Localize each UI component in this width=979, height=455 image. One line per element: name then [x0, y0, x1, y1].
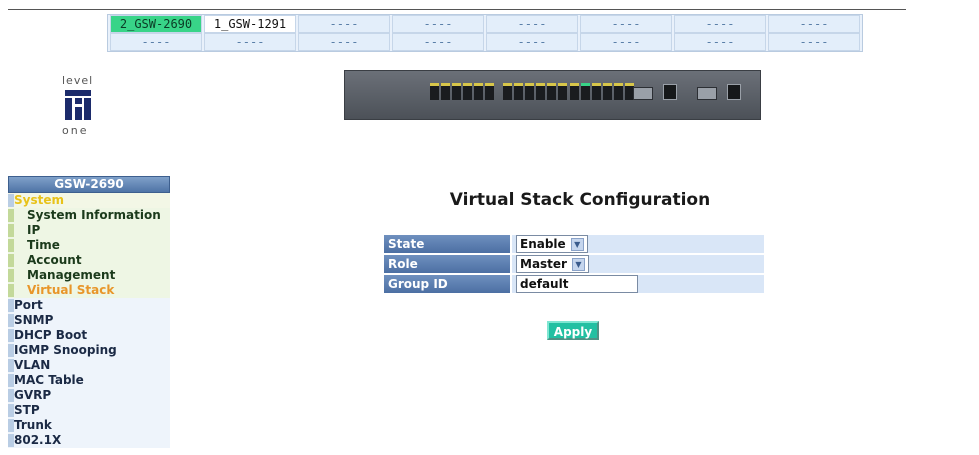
page-title: Virtual Stack Configuration [449, 190, 711, 210]
group-id-input[interactable]: default [516, 275, 638, 293]
port-icon[interactable] [452, 83, 461, 100]
port-icon[interactable] [474, 83, 483, 100]
apply-button[interactable]: Apply [547, 321, 599, 340]
sidebar-item-account[interactable]: Account [8, 253, 170, 268]
port-icon[interactable] [592, 83, 601, 100]
stack-row: ---- ---- ---- ---- ---- ---- ---- ---- [110, 33, 860, 51]
role-value: Master [520, 257, 567, 271]
sidebar-item-mac-table[interactable]: MAC Table [8, 373, 170, 388]
stack-unit-cell: ---- [486, 15, 578, 33]
role-cell: Master ▼ [512, 255, 764, 273]
logo-blocks-icon [65, 90, 91, 120]
sidebar-item-gvrp[interactable]: GVRP [8, 388, 170, 403]
sidebar-item-ip[interactable]: IP [8, 223, 170, 238]
port-icon[interactable] [536, 83, 545, 100]
sfp-slot-icon[interactable] [633, 87, 653, 100]
port-icon[interactable] [614, 83, 623, 100]
sidebar-item-dhcp-boot[interactable]: DHCP Boot [8, 328, 170, 343]
stack-unit-cell: ---- [392, 15, 484, 33]
port-group [570, 83, 634, 100]
port-icon[interactable] [525, 83, 534, 100]
port-icon[interactable] [514, 83, 523, 100]
sidebar-item-igmp-snooping[interactable]: IGMP Snooping [8, 343, 170, 358]
port-icon[interactable] [441, 83, 450, 100]
stack-unit-cell: ---- [580, 33, 672, 51]
sidebar-header[interactable]: GSW-2690 [8, 176, 170, 193]
config-form: State Enable ▼ Role Master ▼ Group ID defa… [382, 233, 766, 295]
sidebar-item-virtual-stack[interactable]: Virtual Stack [8, 283, 170, 298]
logo-bottom-text: one [62, 124, 89, 137]
sidebar-item-snmp[interactable]: SNMP [8, 313, 170, 328]
group-id-label: Group ID [384, 275, 510, 293]
stack-unit-cell[interactable]: 2_GSW-2690 [110, 15, 202, 33]
sidebar-item-trunk[interactable]: Trunk [8, 418, 170, 433]
state-value: Enable [520, 237, 566, 251]
sidebar-item-system-information[interactable]: System Information [8, 208, 170, 223]
port-icon[interactable] [430, 83, 439, 100]
stack-unit-cell: ---- [486, 33, 578, 51]
port-group [503, 83, 567, 100]
chevron-down-icon[interactable]: ▼ [570, 238, 584, 251]
form-row-group-id: Group ID default [384, 275, 764, 293]
chevron-down-icon[interactable]: ▼ [571, 258, 585, 271]
port-icon[interactable] [603, 83, 612, 100]
sidebar-item-vlan[interactable]: VLAN [8, 358, 170, 373]
sfp-slot-icon[interactable] [697, 87, 717, 100]
stack-unit-cell: ---- [204, 33, 296, 51]
state-select[interactable]: Enable ▼ [516, 235, 588, 253]
role-label: Role [384, 255, 510, 273]
port-icon[interactable] [547, 83, 556, 100]
stack-unit-table: 2_GSW-2690 1_GSW-1291 ---- ---- ---- ---… [107, 14, 863, 52]
port-icon[interactable] [503, 83, 512, 100]
stack-unit-cell: ---- [768, 15, 860, 33]
stack-unit-cell: ---- [768, 33, 860, 51]
sidebar-item-management-security[interactable]: Management Security [8, 268, 170, 297]
role-select[interactable]: Master ▼ [516, 255, 589, 273]
levelone-logo: level one [52, 74, 112, 137]
stack-row: 2_GSW-2690 1_GSW-1291 ---- ---- ---- ---… [110, 15, 860, 33]
sidebar-menu: GSW-2690 System System Information IP Ti… [8, 176, 170, 448]
stack-unit-cell: ---- [298, 33, 390, 51]
group-id-cell: default [512, 275, 764, 293]
port-icon[interactable] [463, 83, 472, 100]
form-row-state: State Enable ▼ [384, 235, 764, 253]
stack-unit-cell[interactable]: 1_GSW-1291 [204, 15, 296, 33]
logo-top-text: level [62, 74, 94, 87]
stack-unit-cell: ---- [392, 33, 484, 51]
uplink-port-icon[interactable] [727, 84, 741, 100]
sidebar-item-stp[interactable]: STP [8, 403, 170, 418]
stack-unit-cell: ---- [580, 15, 672, 33]
state-label: State [384, 235, 510, 253]
stack-unit-cell: ---- [110, 33, 202, 51]
sidebar-item-port[interactable]: Port [8, 298, 170, 313]
sidebar-item-8021x[interactable]: 802.1X [8, 433, 170, 448]
top-divider [8, 9, 906, 10]
port-icon[interactable] [485, 83, 494, 100]
state-cell: Enable ▼ [512, 235, 764, 253]
uplink-port-icon[interactable] [663, 84, 677, 100]
port-icon[interactable] [570, 83, 579, 100]
sidebar-item-time[interactable]: Time [8, 238, 170, 253]
form-row-role: Role Master ▼ [384, 255, 764, 273]
switch-front-panel [344, 70, 761, 120]
stack-unit-cell: ---- [674, 33, 766, 51]
port-icon[interactable] [581, 83, 590, 100]
port-icon[interactable] [558, 83, 567, 100]
port-group [430, 83, 494, 100]
stack-unit-cell: ---- [298, 15, 390, 33]
stack-unit-cell: ---- [674, 15, 766, 33]
sidebar-item-system[interactable]: System [8, 193, 170, 208]
